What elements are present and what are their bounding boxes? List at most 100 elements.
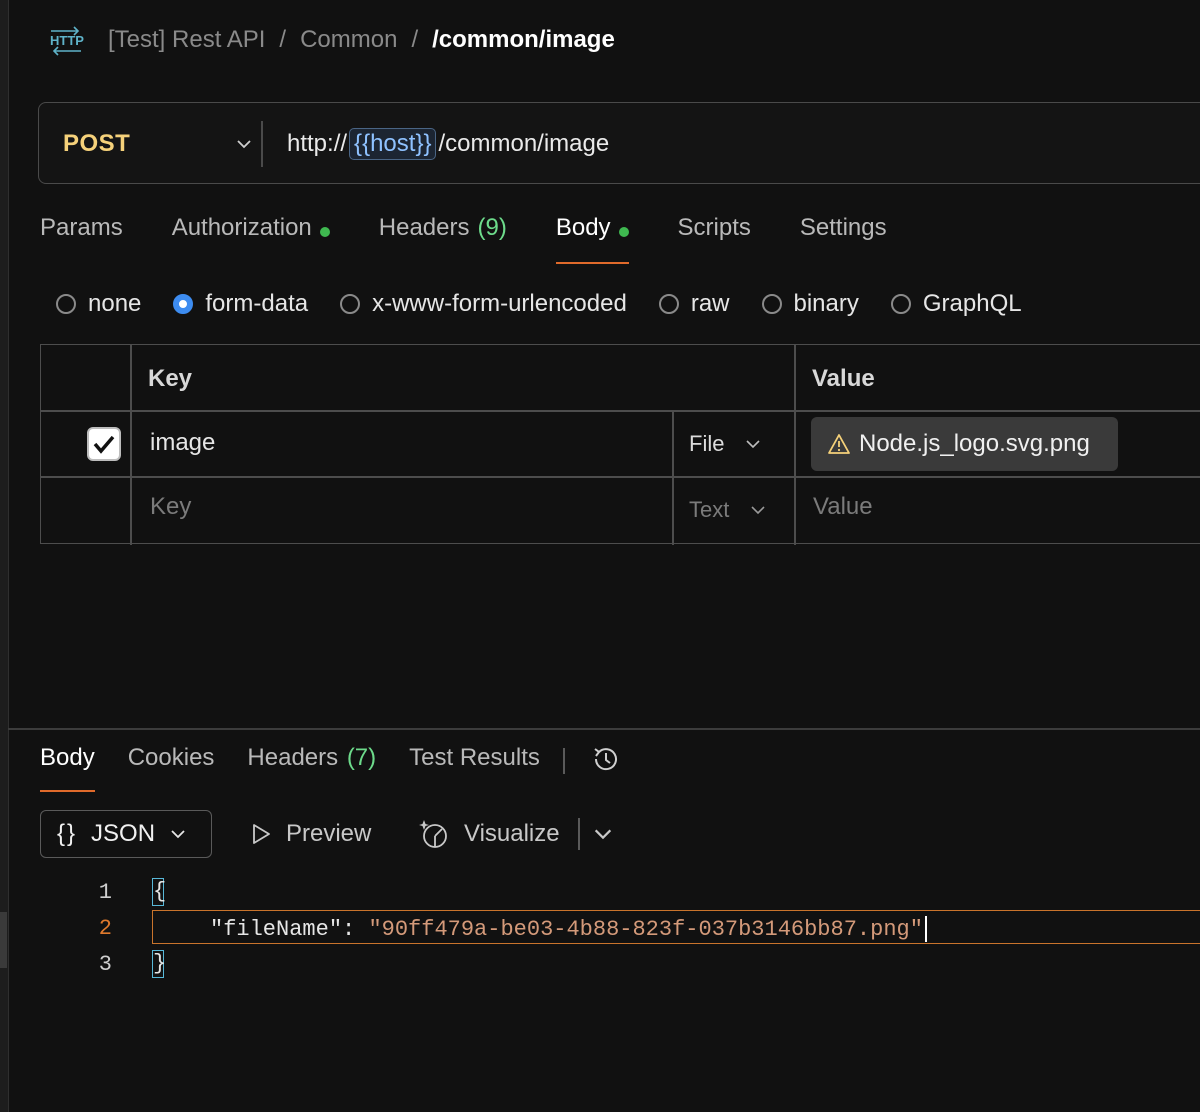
- request-tabs: Params Authorization Headers (9) Body Scr…: [40, 214, 936, 268]
- response-tab-cookies[interactable]: Cookies: [128, 744, 215, 792]
- row-divider: [41, 410, 1200, 412]
- type-label: Text: [689, 497, 730, 522]
- radio-button[interactable]: [56, 294, 76, 314]
- response-tab-body[interactable]: Body: [40, 744, 95, 792]
- body-type-radio-group: none form-data x-www-form-urlencoded raw…: [56, 288, 1054, 320]
- format-select[interactable]: {} JSON: [40, 810, 212, 858]
- row-divider: [41, 476, 1200, 478]
- radio-button[interactable]: [890, 294, 911, 314]
- radio-label: none: [88, 290, 142, 317]
- tab-label: Body: [40, 744, 95, 771]
- line-number: 1: [98, 880, 112, 905]
- type-select[interactable]: Text: [689, 497, 767, 523]
- method-select[interactable]: POST: [63, 103, 253, 185]
- tab-headers[interactable]: Headers (9): [379, 214, 507, 264]
- radio-form-data[interactable]: form-data: [173, 290, 308, 318]
- breadcrumb-separator: /: [411, 26, 419, 53]
- radio-urlencoded[interactable]: x-www-form-urlencoded: [340, 290, 627, 318]
- radio-binary[interactable]: binary: [761, 290, 859, 318]
- radio-graphql[interactable]: GraphQL: [890, 290, 1022, 318]
- chevron-down-icon: [171, 830, 185, 839]
- type-select[interactable]: File: [689, 431, 762, 457]
- json-colon: :: [342, 916, 369, 942]
- radio-none[interactable]: none: [56, 290, 141, 318]
- breadcrumb: HTTP [Test] Rest API / Common / /common/…: [48, 22, 615, 58]
- chevron-down-icon: [594, 829, 612, 840]
- sparkle-chart-icon: [419, 820, 447, 848]
- tab-label: Cookies: [127, 744, 215, 771]
- radio-label: form-data: [205, 290, 309, 317]
- chevron-down-icon: [751, 506, 765, 515]
- url-prefix: http://: [287, 130, 348, 157]
- key-cell[interactable]: image: [150, 429, 215, 457]
- value-input[interactable]: Value: [813, 493, 873, 521]
- column-divider: [130, 345, 132, 545]
- preview-label: Preview: [286, 820, 372, 847]
- radio-label: raw: [690, 290, 730, 317]
- http-icon: HTTP: [50, 26, 84, 56]
- line-number: 2: [98, 916, 112, 941]
- chevron-down-icon: [237, 140, 251, 149]
- tab-label: Params: [40, 214, 123, 241]
- tab-label: Test Results: [409, 744, 540, 771]
- radio-button[interactable]: [340, 294, 361, 314]
- tab-count: (7): [346, 744, 377, 771]
- history-icon[interactable]: [589, 742, 623, 776]
- open-brace: {: [152, 878, 167, 906]
- tab-label: Scripts: [677, 214, 751, 241]
- tab-label: Settings: [799, 214, 887, 241]
- close-brace: }: [152, 950, 167, 978]
- radio-button[interactable]: [658, 294, 679, 314]
- method-label: POST: [63, 130, 131, 157]
- preview-button[interactable]: Preview: [248, 810, 371, 858]
- key-input[interactable]: Key: [150, 493, 191, 521]
- response-tabs: Body Cookies Headers (7) Test Results: [40, 744, 623, 794]
- tab-label: Body: [555, 214, 611, 241]
- toolbar-separator: [578, 818, 580, 850]
- response-tab-headers[interactable]: Headers (7): [247, 744, 376, 792]
- radio-label: x-www-form-urlencoded: [372, 290, 627, 317]
- json-line: "fileName": "90ff479a-be03-4b88-823f-037…: [210, 916, 927, 942]
- chevron-down-icon: [746, 440, 761, 449]
- visualize-button[interactable]: Visualize: [418, 810, 560, 858]
- pane-divider[interactable]: [8, 728, 1200, 730]
- radio-button-selected[interactable]: [173, 294, 194, 314]
- url-variable[interactable]: {{host}}: [349, 128, 437, 160]
- tab-params[interactable]: Params: [40, 214, 123, 264]
- left-panel-edge: [0, 0, 9, 1112]
- tab-settings[interactable]: Settings: [800, 214, 887, 264]
- play-icon: [253, 824, 270, 844]
- row-enabled-checkbox[interactable]: [87, 427, 121, 461]
- breadcrumb-collection[interactable]: [Test] Rest API: [108, 26, 265, 54]
- response-tab-test-results[interactable]: Test Results: [409, 744, 540, 792]
- tab-body[interactable]: Body: [555, 214, 629, 264]
- braces-icon: {}: [57, 820, 78, 847]
- column-divider: [672, 411, 674, 545]
- svg-text:HTTP: HTTP: [50, 33, 84, 48]
- type-label: File: [689, 431, 725, 456]
- warning-icon: [828, 434, 850, 454]
- request-name[interactable]: /common/image: [432, 26, 615, 54]
- tab-scripts[interactable]: Scripts: [678, 214, 751, 264]
- file-chip[interactable]: Node.js_logo.svg.png: [811, 417, 1118, 471]
- radio-button[interactable]: [761, 294, 782, 314]
- visualize-menu-button[interactable]: [592, 810, 626, 858]
- form-data-table: Key Value image File Node.js_logo.svg.pn…: [40, 344, 1200, 545]
- radio-raw[interactable]: raw: [658, 290, 730, 318]
- text-cursor: [924, 916, 927, 942]
- json-key: "fileName": [210, 916, 343, 942]
- url-input[interactable]: http://{{host}}/common/image: [287, 103, 609, 185]
- format-label: JSON: [91, 820, 156, 847]
- check-icon: [93, 435, 115, 454]
- url-divider: [261, 121, 263, 167]
- column-header-value: Value: [812, 365, 875, 392]
- tab-label: Headers: [247, 744, 339, 771]
- toolbar-separator: [562, 748, 565, 774]
- tab-authorization[interactable]: Authorization: [172, 214, 330, 264]
- breadcrumb-folder[interactable]: Common: [300, 26, 397, 54]
- tab-label: Headers: [378, 214, 470, 241]
- radio-label: GraphQL: [922, 290, 1022, 317]
- column-header-key: Key: [148, 365, 193, 392]
- column-divider: [794, 345, 796, 545]
- json-string-value: "90ff479a-be03-4b88-823f-037b3146bb87.pn…: [368, 916, 923, 942]
